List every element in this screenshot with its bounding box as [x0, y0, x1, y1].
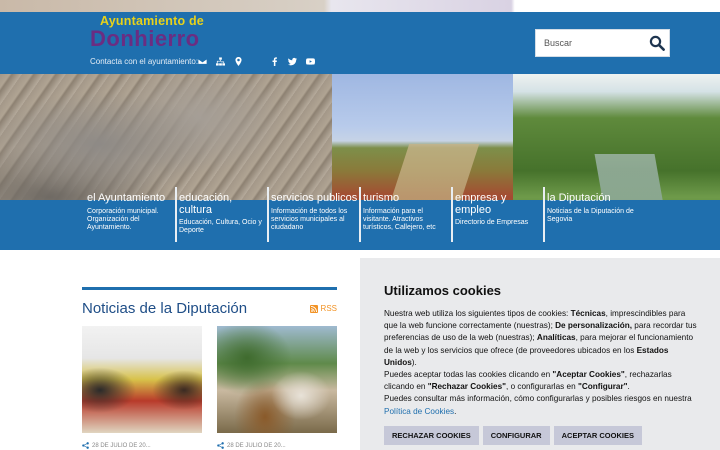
nav-item-title: la Diputación — [547, 192, 611, 204]
nav-item-title: empresa y empleo — [455, 192, 507, 216]
search-input[interactable] — [536, 30, 644, 56]
cookie-text-bold: Técnicas — [570, 309, 606, 318]
cookie-text-bold: De personalización, — [555, 321, 633, 331]
cookie-text-part: , o configurarlas en — [506, 382, 578, 392]
share-icon — [217, 442, 224, 449]
news-title: Noticias de la Diputación — [82, 300, 248, 317]
news-card-date: 28 DE JULIO DE 20... — [227, 442, 286, 449]
main-nav: el Ayuntamiento Corporación municipal. O… — [83, 187, 635, 242]
nav-item-desc: Directorio de Empresas — [455, 219, 529, 226]
nav-item-title: turismo — [363, 192, 400, 204]
news-card-image — [82, 326, 202, 433]
cookie-text-part: ). — [411, 357, 417, 367]
nav-item-desc: Noticias de la Diputación de Segovia — [547, 207, 634, 223]
configure-cookies-button[interactable]: CONFIGURAR — [482, 425, 550, 445]
nav-item-diputacion[interactable]: la Diputación Noticias de la Diputación … — [543, 187, 635, 242]
nav-item-desc: Educación, Cultura, Ocio y Deporte — [179, 219, 262, 234]
news-card-image — [217, 326, 337, 433]
news-card-date-row: 28 DE JULIO DE 20... — [82, 442, 202, 449]
cookie-banner: Utilizamos cookies Nuestra web utiliza l… — [360, 258, 720, 450]
news-cards: 28 DE JULIO DE 20... 28 DE JULIO DE 20..… — [82, 326, 337, 449]
nav-item-desc: Información para el visitante. Atractivo… — [363, 207, 436, 231]
cookie-text-bold: "Configurar" — [577, 382, 628, 392]
nav-item-title: servicios publicos — [271, 192, 358, 204]
cookie-text-part: Puedes consultar más información, cómo c… — [384, 394, 692, 404]
cookie-policy-link[interactable]: Política de Cookies — [384, 407, 454, 416]
share-icon — [82, 442, 89, 449]
site-header: Ayuntamiento de Donhierro Contacta con e… — [0, 12, 720, 74]
twitter-icon[interactable] — [286, 55, 298, 67]
search-icon[interactable] — [649, 35, 665, 51]
cookie-title: Utilizamos cookies — [384, 283, 502, 298]
logo-title[interactable]: Donhierro — [90, 26, 200, 52]
reject-cookies-button[interactable]: RECHAZAR COOKIES — [384, 425, 479, 445]
news-card-date: 28 DE JULIO DE 20... — [92, 442, 151, 449]
news-header: Noticias de la Diputación RSS — [82, 300, 337, 317]
envelope-icon[interactable] — [196, 55, 208, 67]
map-marker-icon[interactable] — [232, 55, 244, 67]
news-card[interactable]: 28 DE JULIO DE 20... — [217, 326, 337, 449]
contact-icons — [196, 55, 316, 67]
nav-item-ayuntamiento[interactable]: el Ayuntamiento Corporación municipal. O… — [83, 187, 175, 242]
rss-link[interactable]: RSS — [309, 304, 337, 313]
nav-item-educacion-cultura[interactable]: educación, cultura Educación, Cultura, O… — [175, 187, 267, 242]
youtube-icon[interactable] — [304, 55, 316, 67]
cookie-text: Nuestra web utiliza los siguientes tipos… — [384, 308, 700, 418]
rss-label: RSS — [320, 304, 337, 313]
nav-item-empresa-empleo[interactable]: empresa y empleo Directorio de Empresas — [451, 187, 543, 242]
cookie-text-part: . — [627, 382, 630, 392]
nav-item-turismo[interactable]: turismo Información para el visitante. A… — [359, 187, 451, 242]
top-photo-strip — [0, 0, 720, 12]
news-top-bar — [82, 287, 337, 290]
nav-item-title: educación, cultura — [179, 192, 233, 216]
nav-item-servicios-publicos[interactable]: servicios publicos Información de todos … — [267, 187, 359, 242]
icon-spacer — [250, 55, 262, 67]
contact-label: Contacta con el ayuntamiento: — [90, 57, 199, 66]
nav-item-desc: Información de todos los servicios munic… — [271, 207, 348, 231]
rss-icon — [309, 304, 318, 313]
cookie-text-bold: Analíticas — [536, 333, 576, 343]
accept-cookies-button[interactable]: ACEPTAR COOKIES — [553, 425, 642, 445]
nav-item-desc: Corporación municipal. Organización del … — [87, 207, 159, 231]
facebook-icon[interactable] — [268, 55, 280, 67]
cookie-text-part: Puedes aceptar todas las cookies clicand… — [384, 370, 553, 380]
news-card-date-row: 28 DE JULIO DE 20... — [217, 442, 337, 449]
nav-item-title: el Ayuntamiento — [87, 192, 166, 204]
cookie-text-part: . — [454, 406, 457, 416]
cookie-text-bold: "Aceptar Cookies" — [552, 370, 625, 380]
news-card[interactable]: 28 DE JULIO DE 20... — [82, 326, 202, 449]
search-box — [535, 29, 670, 57]
sitemap-icon[interactable] — [214, 55, 226, 67]
cookie-buttons: RECHAZAR COOKIES CONFIGURAR ACEPTAR COOK… — [384, 425, 696, 445]
news-section: Noticias de la Diputación RSS 28 DE JULI… — [82, 287, 337, 449]
cookie-text-bold: "Rechazar Cookies" — [427, 382, 507, 392]
cookie-text-part: Nuestra web utiliza los siguientes tipos… — [384, 309, 571, 318]
